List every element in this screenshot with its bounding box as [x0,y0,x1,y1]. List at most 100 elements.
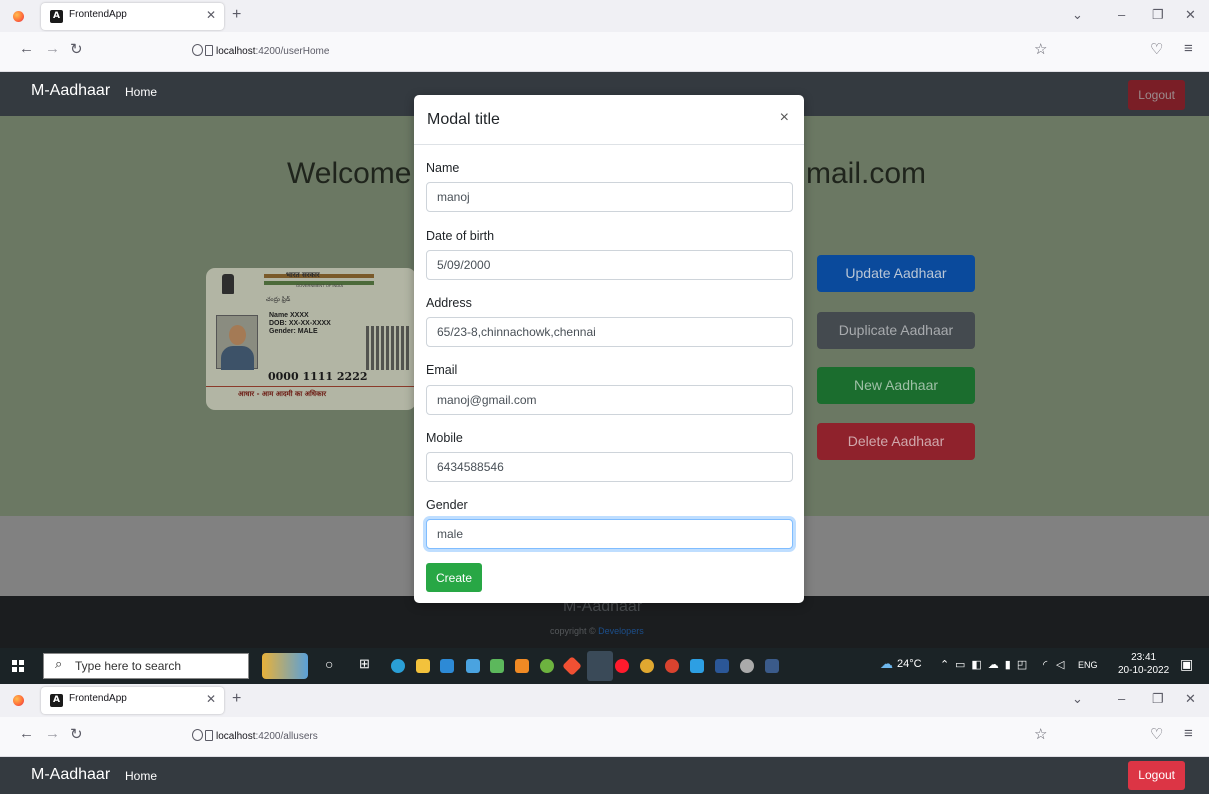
gender-field[interactable] [426,519,793,549]
window-close-icon[interactable]: ✕ [1185,7,1196,23]
url-bar[interactable]: localhost:4200/userHome [216,46,329,57]
tracking-shield-icon[interactable] [192,44,203,56]
volume-icon[interactable]: ◁ [1056,658,1064,671]
tracking-shield-icon[interactable] [192,729,203,741]
app-brand[interactable]: M-Aadhaar [31,766,110,784]
notification-icon[interactable]: ▣ [1180,656,1193,673]
sublime-icon[interactable] [515,659,529,673]
new-tab-icon[interactable]: + [232,6,241,24]
footer-developers-link[interactable]: Developers [598,626,644,636]
taskbar-search-box[interactable]: ⌕ Type here to search [43,653,249,679]
name-field[interactable] [426,182,793,212]
git-icon[interactable] [562,656,582,676]
tab-close-icon[interactable]: ✕ [206,692,216,706]
mail-icon[interactable] [440,659,454,673]
back-icon[interactable]: ← [19,40,34,57]
reload-icon[interactable]: ↻ [70,40,83,58]
spring-icon[interactable] [540,659,554,673]
create-button[interactable]: Create [426,563,482,592]
wifi-icon[interactable]: ◜ [1043,658,1047,671]
duplicate-aadhaar-button[interactable]: Duplicate Aadhaar [817,312,975,349]
tab-title: FrontendApp [69,693,127,704]
clock-time: 23:41 [1131,652,1157,663]
restore-icon[interactable]: ❐ [1152,691,1164,707]
browser2-tab-strip: A FrontendApp ✕ + ⌄ – ❐ ✕ [0,684,1209,717]
forward-icon[interactable]: → [45,40,60,57]
tab-list-icon[interactable]: ⌄ [1072,7,1083,23]
chrome-icon[interactable] [640,659,654,673]
email-field[interactable] [426,385,793,415]
menu-icon[interactable]: ≡ [1184,40,1193,57]
logout-button[interactable]: Logout [1128,80,1185,110]
tab-list-icon[interactable]: ⌄ [1072,691,1083,707]
chrome-dev-icon[interactable] [665,659,679,673]
url-bar[interactable]: localhost:4200/allusers [216,731,318,742]
new-tab-icon[interactable]: + [232,690,241,708]
window-close-icon[interactable]: ✕ [1185,691,1196,707]
nav-home-link[interactable]: Home [125,769,157,783]
modal-title: Modal title [427,111,500,128]
weather-icon[interactable]: ☁ [880,656,893,672]
terminal-icon[interactable] [765,659,779,673]
page-info-icon[interactable] [205,45,213,56]
firefox-taskbar-icon[interactable] [587,651,613,681]
task-view-icon[interactable]: ⊞ [359,656,370,672]
opera-icon[interactable] [615,659,629,673]
update-aadhaar-button[interactable]: Update Aadhaar [817,255,975,292]
settings-icon[interactable] [740,659,754,673]
menu-icon[interactable]: ≡ [1184,725,1193,742]
bookmark-star-icon[interactable]: ☆ [1034,40,1047,58]
restore-icon[interactable]: ❐ [1152,7,1164,23]
vscode-icon[interactable] [690,659,704,673]
tab-close-icon[interactable]: ✕ [206,8,216,22]
notepad-icon[interactable] [490,659,504,673]
edge-icon[interactable] [391,659,405,673]
address-field[interactable] [426,317,793,347]
clock-date: 20-10-2022 [1118,665,1170,676]
page-info-icon[interactable] [205,730,213,741]
word-icon[interactable] [715,659,729,673]
tray-icons[interactable]: ▭◧☁▮◰ [955,658,1033,671]
gender-label: Gender [426,498,468,512]
card-header-english: GOVERNMENT OF INDIA [296,283,344,288]
store-icon[interactable] [466,659,480,673]
bookmark-star-icon[interactable]: ☆ [1034,725,1047,743]
file-explorer-icon[interactable] [416,659,430,673]
browser2-tab[interactable]: A FrontendApp ✕ [41,687,224,714]
search-highlight-icon[interactable] [262,653,308,679]
back-icon[interactable]: ← [19,725,34,742]
pocket-icon[interactable]: ♡ [1150,725,1163,743]
card-gender: Gender: MALE [269,328,318,335]
firefox-icon [13,695,24,706]
url-path: :4200/userHome [255,46,330,57]
qr-code [366,326,410,370]
modal-close-icon[interactable]: × [780,109,789,127]
weather-text[interactable]: 24°C [897,658,922,670]
browser2-nav-bar: ← → ↻ localhost:4200/allusers ☆ ♡ ≡ [0,717,1209,757]
dob-label: Date of birth [426,229,495,243]
nav-home-link[interactable]: Home [125,85,157,99]
national-emblem-icon [222,274,234,294]
tab-title: FrontendApp [69,9,127,20]
new-aadhaar-button[interactable]: New Aadhaar [817,367,975,404]
taskbar-clock[interactable]: 23:41 20-10-2022 [1118,651,1169,677]
cortana-icon[interactable]: ○ [325,656,333,672]
minimize-icon[interactable]: – [1118,7,1125,22]
minimize-icon[interactable]: – [1118,691,1125,706]
reload-icon[interactable]: ↻ [70,725,83,743]
url-host: localhost [216,46,256,57]
delete-aadhaar-button[interactable]: Delete Aadhaar [817,423,975,460]
tray-chevron-icon[interactable]: ⌃ [940,658,949,671]
pocket-icon[interactable]: ♡ [1150,40,1163,58]
forward-icon[interactable]: → [45,725,60,742]
app-brand[interactable]: M-Aadhaar [31,82,110,100]
photo-body [221,346,254,370]
language-indicator[interactable]: ENG [1078,660,1098,670]
logout-button[interactable]: Logout [1128,761,1185,790]
windows-start-icon[interactable] [12,660,24,672]
mobile-field[interactable] [426,452,793,482]
browser-tab[interactable]: A FrontendApp ✕ [41,3,224,30]
aadhaar-card-image: भारत सरकार GOVERNMENT OF INDIA చంద్రు ఫ్… [206,268,416,410]
dob-field[interactable] [426,250,793,280]
email-label: Email [426,363,458,377]
